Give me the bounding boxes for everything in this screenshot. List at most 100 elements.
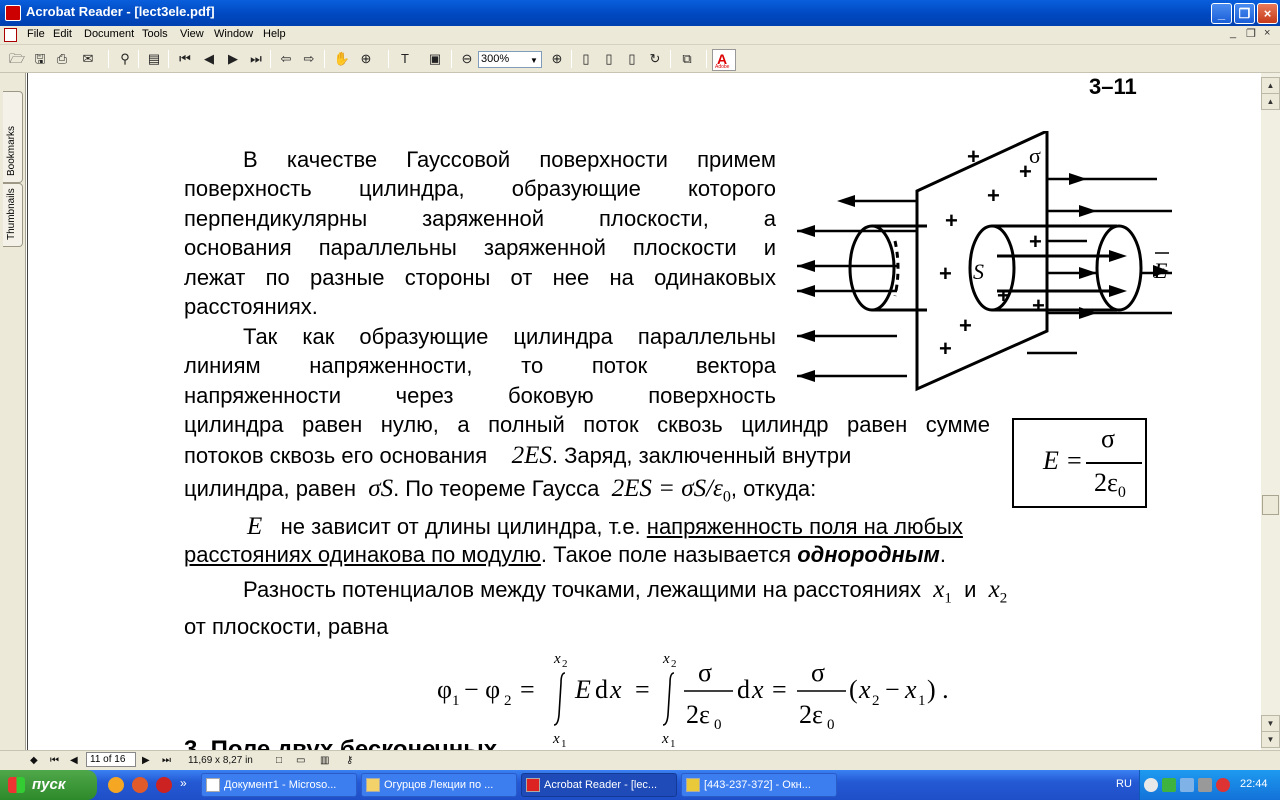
svg-text:− φ: − φ (464, 675, 500, 704)
tray-expand-icon[interactable] (1144, 778, 1158, 792)
close-button[interactable]: × (1257, 3, 1278, 24)
clock[interactable]: 22:44 (1240, 778, 1268, 790)
tab-thumbnails-label: Thumbnails (6, 188, 17, 240)
para1-line: основания параллельны заряженной плоскос… (184, 235, 776, 260)
page-number-field[interactable]: 11 of 16 (86, 752, 136, 767)
zoom-level-field[interactable]: 300% ▼ (478, 51, 542, 68)
toolbar: 🗁 🖫 ⎙ ✉ ⚲ ▤ ⏮ ◀ ▶ ⏭ ⇦ ⇨ ✋ ⊕ T ▣ ⊖ ⊕ ▯ ▯ … (0, 45, 1280, 73)
fit-page-icon[interactable]: ▯ (600, 50, 618, 68)
menu-view[interactable]: View (180, 28, 204, 40)
tasks-icon[interactable]: ⧉ (678, 50, 696, 68)
minimize-button[interactable]: _ (1211, 3, 1232, 24)
tray-app-icon[interactable] (1180, 778, 1194, 792)
opera-icon[interactable] (156, 777, 172, 793)
status-next-page-icon[interactable]: ▶ (142, 753, 150, 768)
svg-text:σ: σ (698, 658, 712, 687)
menu-bar: File Edit Document Tools View Window Hel… (0, 26, 1280, 45)
menu-document[interactable]: Document (84, 28, 134, 40)
continuous-icon[interactable]: ▭ (296, 753, 305, 768)
menu-window[interactable]: Window (214, 28, 253, 40)
doc-close-icon[interactable]: × (1264, 27, 1270, 39)
tab-bookmarks[interactable]: Bookmarks (3, 91, 23, 183)
page-up-icon[interactable]: ▲ (1261, 77, 1280, 94)
task-lectures[interactable]: Огурцов Лекции по ... (361, 773, 517, 797)
facing-pages-icon[interactable]: ▥ (320, 753, 329, 768)
svg-text:x: x (751, 675, 764, 704)
save-icon[interactable]: 🖫 (31, 50, 49, 68)
snapshot-icon[interactable]: ▣ (426, 50, 444, 68)
navigation-pane-icon[interactable]: ▤ (145, 50, 163, 68)
email-icon[interactable]: ✉ (79, 50, 97, 68)
scroll-down-icon[interactable]: ▼ (1261, 715, 1280, 732)
svg-text:x: x (552, 731, 560, 747)
menu-help[interactable]: Help (263, 28, 286, 40)
page-size: 11,69 x 8,27 in (188, 755, 253, 766)
status-last-page-icon[interactable]: ⏭ (162, 753, 171, 768)
nav-pane-toggle-icon[interactable]: ◆ (30, 753, 38, 768)
zoom-in-icon[interactable]: ⊕ (548, 50, 566, 68)
zoom-dropdown-icon[interactable]: ▼ (528, 53, 540, 66)
maximize-button[interactable]: ❐ (1234, 3, 1255, 24)
zoom-tool-icon[interactable]: ⊕ (357, 50, 375, 68)
start-button[interactable]: пуск (0, 770, 97, 800)
language-indicator[interactable]: RU (1116, 778, 1132, 790)
print-icon[interactable]: ⎙ (53, 50, 71, 68)
doc-restore-icon[interactable]: ❐ (1246, 27, 1256, 40)
page-down-icon[interactable]: ▼ (1261, 731, 1280, 748)
vertical-scrollbar[interactable]: ▲ ▲ ▼ ▼ (1261, 73, 1280, 750)
word-icon (206, 778, 220, 792)
open-icon[interactable]: 🗁 (8, 50, 26, 68)
menu-file[interactable]: File (27, 28, 45, 40)
potential-difference-formula: φ1 − φ2 = x2 x1 E dx = x2 x1 σ 2ε 0 dx = … (437, 651, 949, 748)
svg-text:2ε: 2ε (686, 700, 710, 729)
find-icon[interactable]: ⚲ (116, 50, 134, 68)
figure-label-S: S (973, 259, 984, 284)
task-acrobat[interactable]: Acrobat Reader - [lec... (521, 773, 677, 797)
menu-tools[interactable]: Tools (142, 28, 168, 40)
scroll-thumb[interactable] (1262, 495, 1279, 515)
tab-thumbnails[interactable]: Thumbnails (3, 183, 23, 247)
last-page-icon[interactable]: ⏭ (247, 50, 265, 68)
svg-text:2ε: 2ε (799, 700, 823, 729)
svg-text:1: 1 (452, 693, 460, 709)
next-page-icon[interactable]: ▶ (224, 50, 242, 68)
network-icon[interactable] (1162, 778, 1176, 792)
text-select-icon[interactable]: T (396, 50, 414, 68)
go-forward-icon[interactable]: ⇨ (300, 50, 318, 68)
svg-text:+: + (1032, 293, 1045, 318)
scroll-up-icon[interactable]: ▲ (1261, 93, 1280, 110)
previous-page-icon[interactable]: ◀ (200, 50, 218, 68)
svg-text:+: + (987, 183, 1000, 208)
folder-icon (366, 778, 380, 792)
security-icon[interactable] (1216, 778, 1230, 792)
acrobat-app-icon[interactable] (5, 5, 21, 21)
status-prev-page-icon[interactable]: ◀ (70, 753, 78, 768)
doc-minimize-icon[interactable]: _ (1230, 27, 1236, 39)
volume-icon[interactable] (1198, 778, 1212, 792)
charged-plane-figure: ++ ++ ++ + + ++ σ S E (797, 131, 1172, 392)
rotate-icon[interactable]: ↻ (646, 50, 664, 68)
firefox-icon[interactable] (108, 777, 124, 793)
quicklaunch-more-icon[interactable]: » (180, 776, 187, 790)
adobe-logo[interactable]: A Adobe (712, 49, 736, 71)
taskbar: пуск » Документ1 - Microso... Огурцов Ле… (0, 770, 1280, 800)
status-first-page-icon[interactable]: ⏮ (50, 753, 59, 768)
task-remote-session[interactable]: [443-237-372] - Окн... (681, 773, 837, 797)
first-page-icon[interactable]: ⏮ (176, 50, 194, 68)
browser-icon[interactable] (132, 777, 148, 793)
svg-text:−: − (885, 675, 900, 704)
svg-text:) .: ) . (927, 675, 949, 704)
menu-edit[interactable]: Edit (53, 28, 72, 40)
actual-size-icon[interactable]: ▯ (577, 50, 595, 68)
svg-text:d: d (595, 675, 608, 704)
hand-tool-icon[interactable]: ✋ (333, 50, 351, 68)
single-page-icon[interactable]: □ (276, 753, 282, 768)
document-icon[interactable] (4, 28, 17, 42)
para2-line: потоков сквозь его основания 2ES. Заряд,… (184, 442, 852, 469)
para1-line: лежат по разные стороны от нее на одинак… (184, 265, 776, 290)
task-word[interactable]: Документ1 - Microso... (201, 773, 357, 797)
zoom-out-icon[interactable]: ⊖ (458, 50, 476, 68)
go-back-icon[interactable]: ⇦ (277, 50, 295, 68)
fit-width-icon[interactable]: ▯ (623, 50, 641, 68)
math-gauss-theorem: 2ES = σS/ε (611, 475, 723, 502)
